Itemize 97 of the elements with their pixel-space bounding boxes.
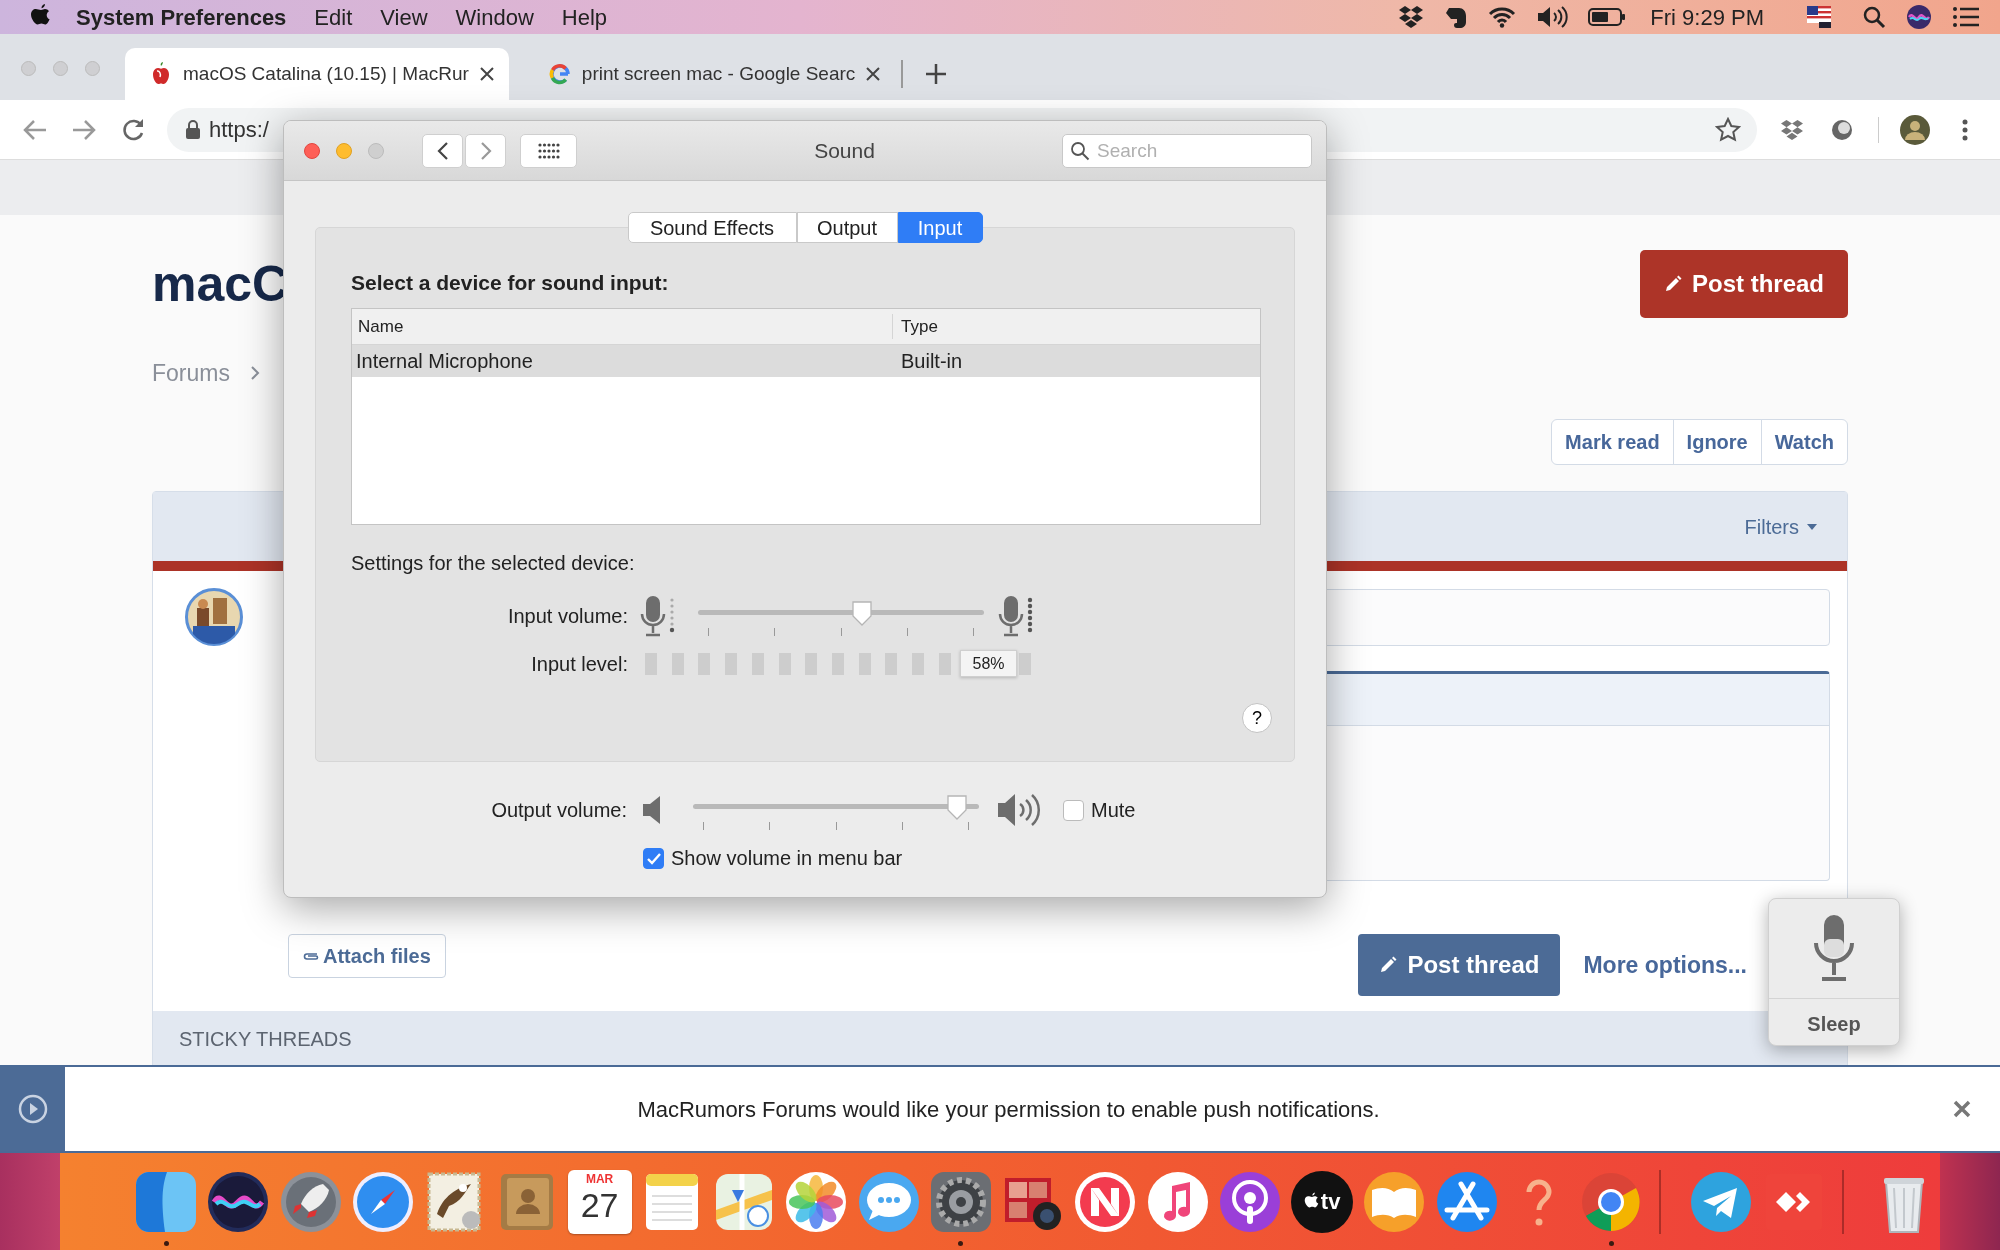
gear-icon[interactable] [928,1169,993,1234]
lock-icon [185,119,201,140]
help-button[interactable]: ? [1242,703,1272,733]
slider-thumb[interactable] [851,600,874,626]
menu-item[interactable]: Help [561,0,608,34]
field-label: Input volume: [506,604,628,629]
field-label: Input level: [530,652,628,677]
app-store-icon[interactable] [1434,1169,1499,1234]
music-note-icon[interactable] [1145,1169,1210,1234]
slider-thumb[interactable] [946,794,969,820]
checkbox-label: Show volume in menu bar [671,846,903,871]
show-all-button[interactable] [520,133,577,168]
action-button[interactable]: Mark read [1551,419,1674,465]
news-icon[interactable] [1073,1169,1138,1234]
column-header[interactable]: Type [893,313,938,340]
plus-icon[interactable] [925,63,948,85]
tv-icon[interactable]: tv [1291,1170,1354,1233]
more-options-link[interactable]: More options... [1583,947,1747,983]
play-circle-icon [17,1094,48,1124]
avatar[interactable] [1899,113,1931,146]
menu-bar-checkbox[interactable] [643,847,664,869]
orb-icon[interactable] [1906,4,1932,30]
filters-link[interactable]: Filters [1744,511,1817,542]
search-field[interactable]: Search [1062,133,1312,168]
close-icon[interactable] [1952,1099,1972,1119]
browser-tab[interactable]: macOS Catalina (10.15) | MacRur [125,48,509,100]
section-heading: Settings for the selected device: [351,552,636,574]
search-icon[interactable] [1862,5,1886,29]
page-title: macC [152,259,289,309]
orb-icon[interactable] [206,1169,271,1234]
menu-item[interactable]: Edit [314,0,353,34]
segment-tab[interactable]: Output [796,212,898,243]
caret-down-icon [1807,523,1817,530]
segment-tab[interactable]: Sound Effects [627,212,797,243]
table-row[interactable]: Internal Microphone Built-in [352,345,1260,377]
open-book-icon[interactable] [1362,1169,1427,1234]
forward-arrow-icon[interactable] [71,117,97,142]
segment-tab[interactable]: Input [897,212,983,243]
dropbox-icon[interactable] [1398,5,1425,29]
play-button[interactable] [0,1067,65,1151]
checkbox-label: Mute [1091,798,1136,823]
speech-bubble-icon[interactable] [856,1169,921,1234]
two-tone-square-icon[interactable] [134,1169,199,1234]
window-title: Sound [813,137,876,164]
action-button[interactable]: Ignore [1672,419,1762,465]
field-label: Output volume: [490,798,627,823]
notification-text: MacRumors Forums would like your permission to enable push notifications. [637,1095,1380,1124]
compass-icon[interactable] [350,1169,415,1234]
close-icon[interactable] [478,66,495,82]
list-icon[interactable] [1952,6,1980,28]
circle-icon[interactable] [1830,117,1854,142]
post-thread-button[interactable]: Post thread [1640,250,1848,318]
browser-tab[interactable]: print screen mac - Google Searc [523,48,896,100]
star-icon[interactable] [1715,116,1741,143]
flag-icon[interactable] [1806,5,1832,29]
avatar[interactable] [185,588,243,646]
chevron-left-icon [436,140,449,161]
dropbox-icon[interactable] [1780,118,1804,141]
action-button[interactable]: Watch [1760,419,1848,465]
notification-link[interactable]: enable push notifications [1131,1096,1374,1122]
post-thread-button[interactable]: Post thread [1358,934,1561,996]
kebab-menu-icon[interactable] [1961,117,1969,142]
chevron-right-icon [479,140,492,161]
value-tooltip: 58% [960,650,1017,677]
calendar-month: MAR [585,1172,614,1185]
calendar-day: 27 [580,1184,619,1226]
column-header[interactable]: Name [352,313,893,340]
section-heading: Select a device for sound input: [351,271,670,295]
close-button[interactable] [304,142,320,159]
grid-icon [537,142,560,159]
calendar-icon[interactable]: MAR 27 [567,1169,632,1234]
tv-label: tv [1320,1188,1341,1216]
back-arrow-icon[interactable] [22,117,48,142]
output-volume-slider[interactable] [693,794,979,820]
close-icon[interactable] [865,66,882,82]
volume-icon[interactable] [1536,6,1569,28]
chevron-right-icon [249,365,260,381]
paper-plane-icon[interactable] [1689,1169,1754,1234]
menu-item[interactable]: View [380,0,428,34]
table-cell-text: Built-in [900,349,963,374]
podcast-icon[interactable] [1217,1169,1282,1234]
pencil-icon [1379,956,1398,974]
input-volume-slider[interactable] [698,600,984,626]
table-cell-text: Internal Microphone [355,349,534,374]
rocket-icon[interactable] [278,1169,343,1234]
back-button[interactable] [422,133,463,168]
menu-item[interactable]: Window [455,0,534,34]
battery-icon[interactable] [1588,7,1627,27]
wifi-icon[interactable] [1488,6,1517,28]
paperclip-icon [303,950,319,962]
mute-checkbox[interactable] [1063,799,1084,821]
app-menu[interactable]: System Preferences [76,0,287,34]
pencil-icon [1664,275,1682,293]
attach-files-button[interactable]: Attach files [288,934,446,978]
letter-g-icon [547,62,572,86]
status-label: Sleep [1807,1012,1861,1037]
menu-clock[interactable]: Fri 9:29 PM [1650,0,1764,34]
